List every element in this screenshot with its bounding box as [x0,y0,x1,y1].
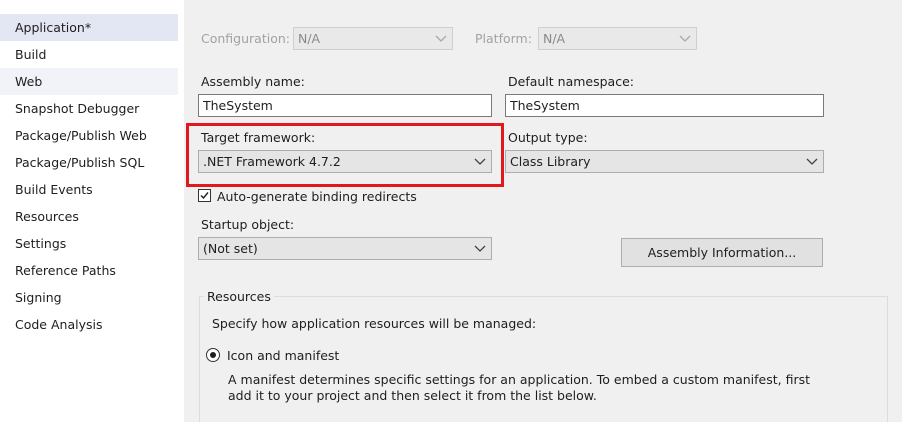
resources-description: Specify how application resources will b… [212,316,537,331]
sidebar-item-label: Build [15,47,47,62]
configuration-dropdown[interactable]: N/A [293,27,453,50]
sidebar-item-package-publish-sql[interactable]: Package/Publish SQL [0,149,178,176]
sidebar-item-label: Settings [15,236,67,251]
output-type-label: Output type: [508,130,588,145]
icon-manifest-radio[interactable] [206,348,220,362]
highlight-box [186,123,504,187]
sidebar-item-build[interactable]: Build [0,41,178,68]
chevron-down-icon [679,35,691,42]
sidebar-item-code-analysis[interactable]: Code Analysis [0,311,178,338]
default-namespace-label: Default namespace: [508,74,634,89]
platform-label: Platform: [475,31,532,46]
configuration-value: N/A [298,31,321,46]
sidebar-item-label: Web [15,74,43,89]
chevron-down-icon [435,35,447,42]
sidebar-item-build-events[interactable]: Build Events [0,176,178,203]
radio-selected-dot [210,352,216,358]
configuration-label: Configuration: [201,31,290,46]
sidebar-item-label: Signing [15,290,62,305]
startup-object-dropdown[interactable]: (Not set) [198,237,492,260]
sidebar-item-label: Build Events [15,182,93,197]
sidebar-item-snapshot-debugger[interactable]: Snapshot Debugger [0,95,178,122]
sidebar-item-label: Application* [15,20,92,35]
manifest-description-line1: A manifest determines specific settings … [228,372,811,387]
sidebar-item-reference-paths[interactable]: Reference Paths [0,257,178,284]
platform-dropdown[interactable]: N/A [538,27,697,50]
auto-generate-label: Auto-generate binding redirects [217,189,417,204]
sidebar-item-package-publish-web[interactable]: Package/Publish Web [0,122,178,149]
platform-value: N/A [543,31,566,46]
sidebar-item-label: Snapshot Debugger [15,101,140,116]
sidebar-item-signing[interactable]: Signing [0,284,178,311]
sidebar-item-label: Package/Publish SQL [15,155,145,170]
default-namespace-input[interactable] [505,94,824,117]
sidebar-item-resources[interactable]: Resources [0,203,178,230]
auto-generate-checkbox[interactable] [198,189,211,202]
assembly-information-button[interactable]: Assembly Information... [621,238,823,267]
checkmark-icon [200,192,209,200]
sidebar-item-label: Code Analysis [15,317,103,332]
assembly-name-label: Assembly name: [201,74,305,89]
output-type-value: Class Library [510,154,591,169]
sidebar-item-web[interactable]: Web [0,68,178,95]
resources-group-title: Resources [204,289,274,304]
manifest-description-line2: add it to your project and then select i… [228,388,597,403]
sidebar-item-application[interactable]: Application* [0,14,178,41]
chevron-down-icon [474,245,486,252]
sidebar-item-label: Package/Publish Web [15,128,147,143]
sidebar-item-settings[interactable]: Settings [0,230,178,257]
sidebar-item-label: Reference Paths [15,263,116,278]
sidebar-item-label: Resources [15,209,79,224]
chevron-down-icon [806,158,818,165]
startup-object-label: Startup object: [201,217,295,232]
output-type-dropdown[interactable]: Class Library [505,150,824,173]
icon-manifest-label: Icon and manifest [227,348,340,363]
assembly-name-input[interactable] [198,94,492,117]
startup-object-value: (Not set) [203,241,258,256]
sidebar: Application* Build Web Snapshot Debugger… [0,0,184,422]
